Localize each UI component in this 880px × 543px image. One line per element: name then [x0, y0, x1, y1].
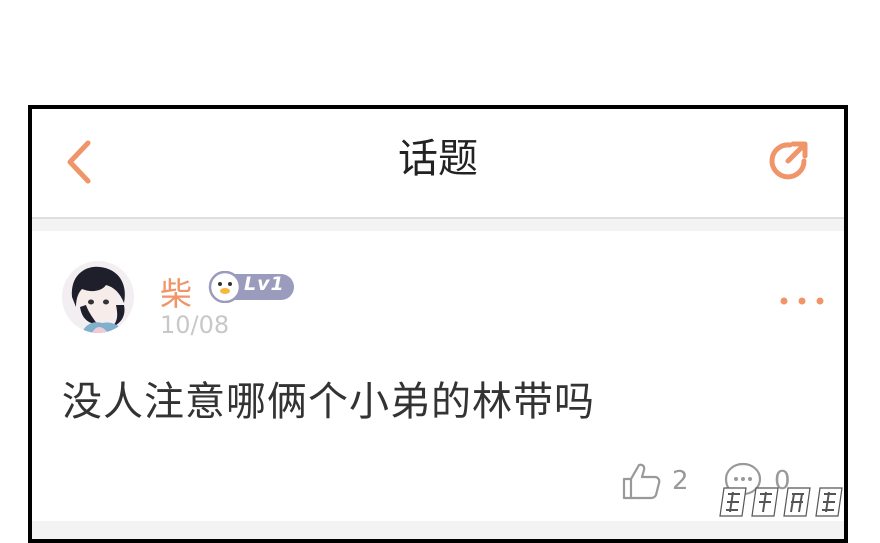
avatar-image — [62, 261, 134, 333]
thumbs-up-icon — [622, 463, 661, 500]
more-button[interactable] — [778, 291, 826, 311]
page-title: 话题 — [398, 136, 478, 182]
username[interactable]: 柴 — [160, 269, 192, 315]
topic-post: 柴 Lv1 10/08 没人注意哪俩个小弟的林带吗 2 0 — [32, 231, 844, 521]
like-button[interactable]: 2 — [620, 459, 689, 503]
top-navbar: 话题 — [32, 109, 844, 217]
app-frame: 话题 柴 Lv1 10/08 没人注意哪俩个小弟的林带吗 2 0 — [28, 105, 848, 543]
section-gap-bottom — [32, 521, 844, 539]
share-arrow-icon — [769, 141, 808, 180]
share-button[interactable] — [764, 135, 814, 185]
more-dots-icon — [780, 297, 824, 305]
level-label: Lv1 — [244, 273, 285, 295]
like-count: 2 — [672, 466, 689, 496]
watermark-logo — [719, 487, 843, 517]
post-date: 10/08 — [160, 311, 230, 339]
avatar[interactable] — [62, 261, 134, 333]
section-gap — [32, 219, 844, 231]
post-content: 没人注意哪俩个小弟的林带吗 — [62, 379, 595, 425]
level-badge: Lv1 — [208, 271, 296, 303]
